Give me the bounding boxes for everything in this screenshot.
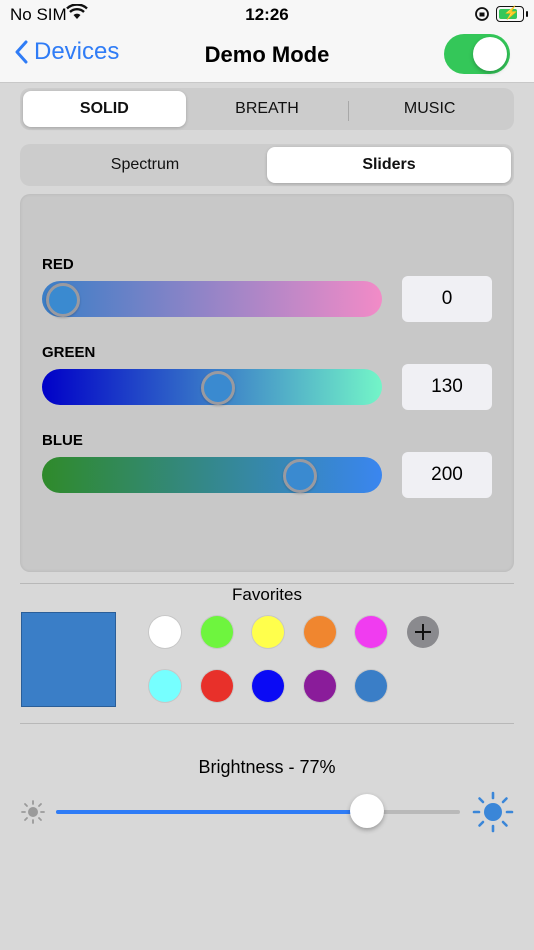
favorite-swatch[interactable] bbox=[252, 670, 284, 702]
red-slider-thumb[interactable] bbox=[46, 283, 80, 317]
blue-slider-track[interactable] bbox=[42, 457, 382, 493]
orientation-lock-icon bbox=[474, 6, 490, 27]
green-value-field[interactable]: 130 bbox=[402, 364, 492, 410]
tab-spectrum[interactable]: Spectrum bbox=[23, 147, 267, 183]
current-color-preview bbox=[21, 612, 116, 707]
tab-sliders[interactable]: Sliders bbox=[267, 147, 511, 183]
demo-mode-toggle[interactable] bbox=[444, 34, 510, 74]
green-label: GREEN bbox=[42, 344, 96, 361]
green-slider-track[interactable] bbox=[42, 369, 382, 405]
brightness-thumb[interactable] bbox=[350, 794, 385, 828]
red-label: RED bbox=[42, 256, 74, 273]
red-value-field[interactable]: 0 bbox=[402, 276, 492, 322]
sun-large-icon bbox=[472, 791, 514, 838]
favorite-swatch[interactable] bbox=[355, 670, 387, 702]
brightness-fill bbox=[56, 810, 368, 814]
green-slider-thumb[interactable] bbox=[201, 371, 236, 405]
favorites-title: Favorites bbox=[232, 585, 302, 604]
blue-label: BLUE bbox=[42, 432, 83, 449]
favorite-swatch[interactable] bbox=[355, 616, 387, 648]
top-bar: No SIM 12:26 ⚡ Devices Demo Mode bbox=[0, 0, 534, 83]
blue-slider-thumb[interactable] bbox=[283, 459, 318, 493]
sun-small-icon bbox=[20, 799, 46, 830]
brightness-slider[interactable] bbox=[56, 794, 460, 828]
brightness-label: Brightness - 77% bbox=[198, 757, 336, 777]
status-time: 12:26 bbox=[245, 5, 289, 24]
red-slider-track[interactable] bbox=[42, 281, 382, 317]
favorite-swatch[interactable] bbox=[201, 616, 233, 648]
tab-breath[interactable]: BREATH bbox=[186, 91, 349, 127]
blue-value-field[interactable]: 200 bbox=[402, 452, 492, 498]
battery-icon: ⚡ bbox=[496, 5, 528, 22]
add-favorite-button[interactable] bbox=[407, 616, 439, 648]
favorite-swatch[interactable] bbox=[304, 616, 336, 648]
mode-segmented-control: SOLID BREATH MUSIC bbox=[20, 88, 514, 130]
divider bbox=[20, 723, 514, 724]
tab-music[interactable]: MUSIC bbox=[348, 91, 511, 127]
favorite-swatch[interactable] bbox=[149, 670, 181, 702]
favorite-swatch[interactable] bbox=[149, 616, 181, 648]
segment-divider bbox=[348, 101, 350, 121]
favorite-swatch[interactable] bbox=[201, 670, 233, 702]
tab-music-label: MUSIC bbox=[403, 100, 456, 117]
favorite-swatch[interactable] bbox=[304, 670, 336, 702]
tab-solid[interactable]: SOLID bbox=[23, 91, 186, 127]
picker-segmented-control: Spectrum Sliders bbox=[20, 144, 514, 186]
status-bar: No SIM 12:26 ⚡ bbox=[0, 0, 534, 28]
favorite-swatch[interactable] bbox=[252, 616, 284, 648]
divider bbox=[20, 583, 514, 584]
